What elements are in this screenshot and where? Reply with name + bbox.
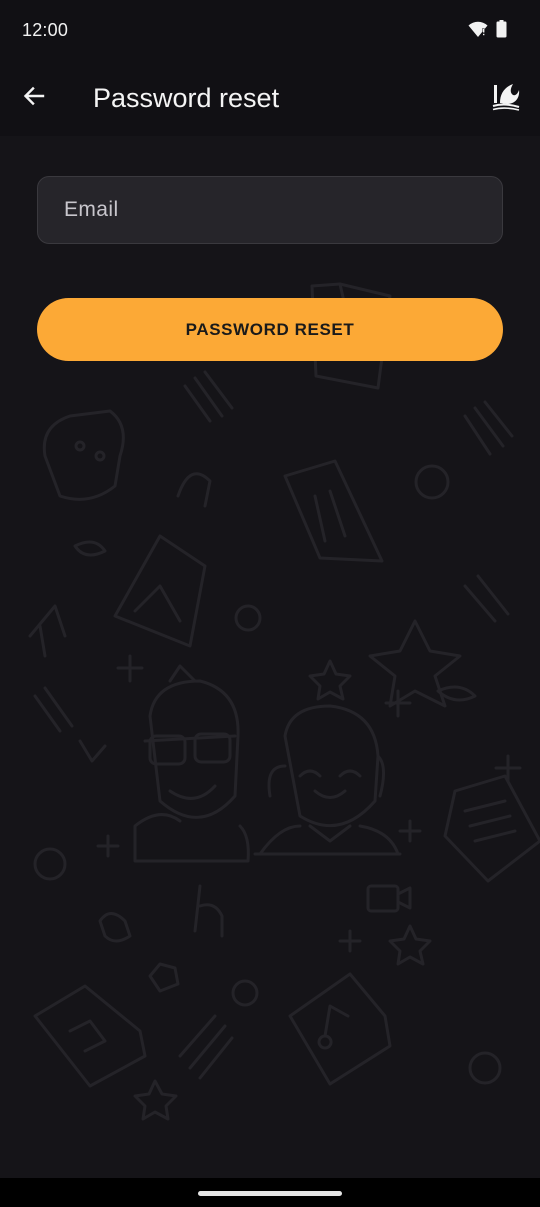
- app-logo-button[interactable]: [486, 78, 526, 118]
- home-gesture-handle[interactable]: [198, 1191, 342, 1196]
- password-reset-button[interactable]: PASSWORD RESET: [37, 298, 503, 361]
- background-doodle-pattern: [28, 282, 540, 1121]
- status-icons: [468, 20, 507, 43]
- email-input[interactable]: [64, 198, 502, 222]
- back-button[interactable]: [14, 78, 54, 118]
- content-area: PASSWORD RESET: [0, 136, 540, 1178]
- status-bar: 12:00: [0, 0, 540, 60]
- password-reset-button-label: PASSWORD RESET: [185, 319, 355, 339]
- app-logo-icon: [491, 81, 521, 116]
- status-time: 12:00: [22, 19, 69, 40]
- battery-icon: [496, 20, 507, 43]
- email-field[interactable]: [37, 176, 503, 244]
- arrow-left-icon: [22, 84, 46, 113]
- system-navigation-bar: [0, 1178, 540, 1207]
- app-bar: Password reset: [0, 60, 540, 136]
- password-reset-screen: 12:00 Password reset Email PASSWORD RESE…: [0, 0, 540, 1207]
- page-title: Password reset: [93, 83, 280, 113]
- wifi-icon: [468, 20, 488, 43]
